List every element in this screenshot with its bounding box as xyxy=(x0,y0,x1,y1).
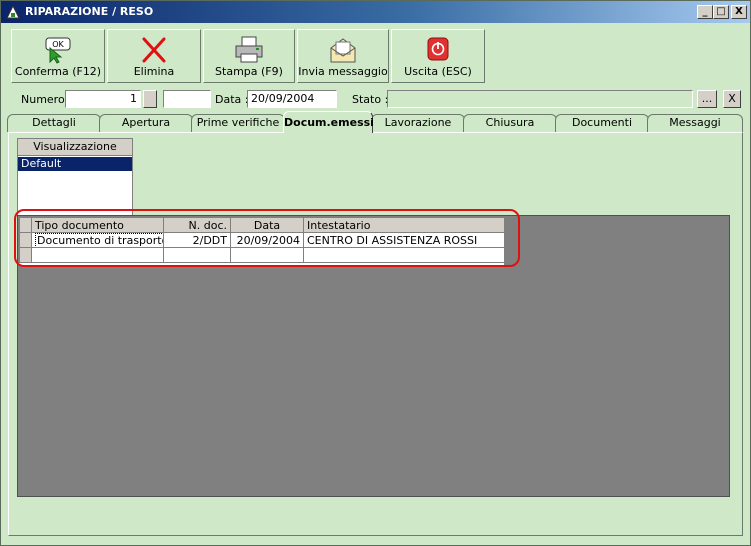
uscita-label: Uscita (ESC) xyxy=(404,65,472,78)
data-input[interactable]: 20/09/2004 xyxy=(247,90,337,108)
minimize-button[interactable]: _ xyxy=(697,5,713,19)
tab-chiusura[interactable]: Chiusura xyxy=(463,114,557,132)
header-fields: Numero : 1 Data : 20/09/2004 Stato : ...… xyxy=(1,89,750,111)
data-label: Data : xyxy=(215,93,249,106)
cell-empty[interactable] xyxy=(163,247,231,263)
numero-suffix-input[interactable] xyxy=(163,90,211,108)
cell-empty[interactable] xyxy=(230,247,304,263)
close-button[interactable]: X xyxy=(731,5,747,19)
stato-input[interactable] xyxy=(387,90,693,108)
table-row-empty[interactable] xyxy=(19,247,505,263)
main-window: RIPARAZIONE / RESO _ □ X OK Conferma (F1… xyxy=(0,0,751,546)
svg-text:OK: OK xyxy=(52,40,64,49)
invia-messaggio-label: Invia messaggio xyxy=(298,65,388,78)
tab-strip: Dettagli Apertura Prime verifiche Docum.… xyxy=(7,111,745,133)
col-intestatario[interactable]: Intestatario xyxy=(303,217,505,233)
conferma-button[interactable]: OK Conferma (F12) xyxy=(11,29,105,83)
elimina-button[interactable]: Elimina xyxy=(107,29,201,83)
grid-header-row: Tipo documento N. doc. Data Intestatario xyxy=(19,217,505,233)
col-data[interactable]: Data xyxy=(230,217,304,233)
printer-icon xyxy=(235,36,263,63)
stampa-button[interactable]: Stampa (F9) xyxy=(203,29,295,83)
ok-icon: OK xyxy=(45,37,71,64)
cell-n-doc[interactable]: 2/DDT xyxy=(163,232,231,248)
tab-dettagli[interactable]: Dettagli xyxy=(7,114,101,132)
numero-stepper-button[interactable] xyxy=(143,90,157,108)
cell-data[interactable]: 20/09/2004 xyxy=(230,232,304,248)
conferma-label: Conferma (F12) xyxy=(14,65,102,78)
toolbar: OK Conferma (F12) Elimina Stampa (F9) In… xyxy=(1,23,750,85)
app-icon xyxy=(6,4,20,19)
window-title: RIPARAZIONE / RESO xyxy=(25,5,154,18)
table-row[interactable]: Documento di trasporto 2/DDT 20/09/2004 … xyxy=(19,232,505,248)
cell-empty[interactable] xyxy=(303,247,505,263)
stato-label: Stato : xyxy=(352,93,389,106)
row-selector[interactable] xyxy=(19,247,32,263)
visualizzazione-header: Visualizzazione xyxy=(18,139,132,156)
delete-x-icon xyxy=(142,37,166,63)
cell-empty[interactable] xyxy=(31,247,164,263)
elimina-label: Elimina xyxy=(133,65,175,78)
cell-tipo-documento[interactable]: Documento di trasporto xyxy=(31,232,164,248)
envelope-icon xyxy=(330,38,356,63)
grid-corner xyxy=(19,217,32,233)
stampa-label: Stampa (F9) xyxy=(215,65,283,78)
tab-messaggi[interactable]: Messaggi xyxy=(647,114,743,132)
col-n-doc[interactable]: N. doc. xyxy=(163,217,231,233)
visualizzazione-list[interactable]: Visualizzazione Default xyxy=(17,138,133,216)
tab-documenti[interactable]: Documenti xyxy=(555,114,649,132)
stato-browse-button[interactable]: ... xyxy=(697,90,717,108)
tab-lavorazione[interactable]: Lavorazione xyxy=(371,114,465,132)
cell-intestatario[interactable]: CENTRO DI ASSISTENZA ROSSI xyxy=(303,232,505,248)
stato-clear-button[interactable]: X xyxy=(723,90,741,108)
invia-messaggio-button[interactable]: Invia messaggio xyxy=(297,29,389,83)
cell-focus: Documento di trasporto xyxy=(35,233,163,247)
tab-prime-verifiche[interactable]: Prime verifiche xyxy=(191,114,285,132)
power-icon xyxy=(427,37,449,61)
title-bar[interactable]: RIPARAZIONE / RESO _ □ X xyxy=(1,1,750,23)
col-tipo-documento[interactable]: Tipo documento xyxy=(31,217,164,233)
row-selector[interactable] xyxy=(19,232,32,248)
tab-apertura[interactable]: Apertura xyxy=(99,114,193,132)
tab-docum-emessi[interactable]: Docum.emessi xyxy=(283,111,374,133)
uscita-button[interactable]: Uscita (ESC) xyxy=(391,29,485,83)
maximize-button[interactable]: □ xyxy=(713,5,729,19)
visualizzazione-item-default[interactable]: Default xyxy=(18,157,132,171)
numero-input[interactable]: 1 xyxy=(65,90,141,108)
documents-grid[interactable]: Tipo documento N. doc. Data Intestatario… xyxy=(19,217,505,265)
